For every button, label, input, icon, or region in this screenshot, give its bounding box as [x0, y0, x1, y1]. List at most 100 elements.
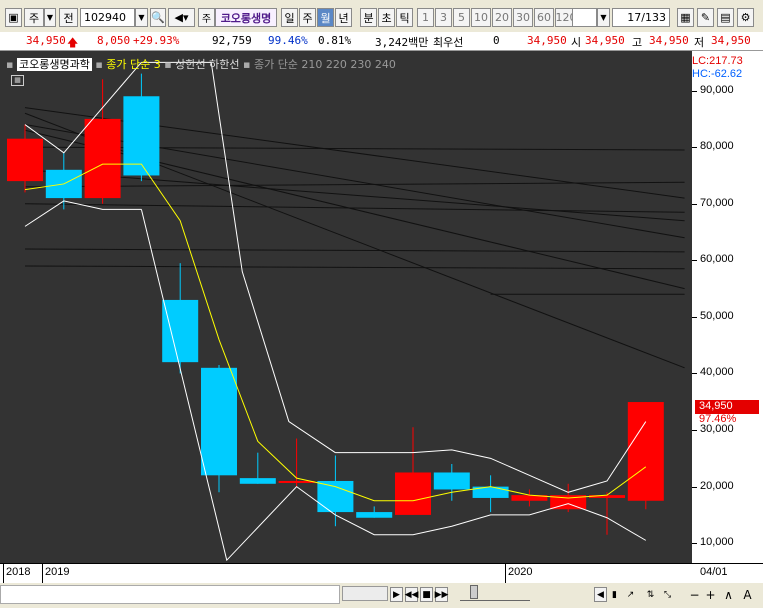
price-2: 34,950 [527, 34, 567, 47]
code-input[interactable]: 102940 [80, 8, 135, 27]
page-counter[interactable]: 17/133 [612, 8, 670, 27]
scroll-thumb[interactable] [342, 586, 388, 601]
open-value: 34,950 [585, 34, 625, 47]
open-label: 시 [571, 36, 582, 49]
candle-body [317, 480, 354, 513]
long-ma-line [24, 248, 685, 253]
tab-period-2[interactable]: 월 [317, 8, 334, 27]
candle-body [84, 118, 121, 199]
move-icon[interactable]: ⤡ [661, 587, 674, 602]
y-tick-label: 20,000 [700, 479, 734, 492]
legend-marker-icon-3: ▪ [164, 58, 172, 71]
volume: 92,759 [212, 34, 252, 47]
tab-interval-1[interactable]: 초 [378, 8, 395, 27]
prefix-button[interactable]: 주 [198, 8, 215, 27]
table-icon[interactable]: ▦ [11, 75, 24, 86]
lower-band-line [140, 209, 336, 562]
blank-dropdown-icon[interactable]: ▼ [597, 8, 610, 27]
candle-body [433, 472, 470, 490]
period-dropdown-icon[interactable]: ▼ [44, 8, 56, 27]
tab-period-1[interactable]: 주 [299, 8, 316, 27]
long-ma-line [24, 203, 685, 213]
price-tag-pct: 97.46% [699, 413, 737, 425]
y-axis: LC:217.73 HC:-62.62 90,000 80,000 70,000 60… [692, 51, 763, 563]
volume-pct: 99.46% [268, 34, 308, 47]
candle-body [356, 512, 393, 518]
stop-icon[interactable]: ■ [420, 587, 433, 602]
tab-period-0[interactable]: 일 [281, 8, 298, 27]
change-value: 8,050 [97, 34, 131, 47]
current-price: 34,950 [26, 34, 66, 47]
price-chart[interactable]: ▪ 코오롱생명과학 ▪ 종가 단순 3 ▪ 상한선 하한선 ▪ 종가 단순 21… [0, 51, 692, 563]
scroll-track[interactable] [0, 585, 340, 604]
candle-body [239, 478, 276, 484]
scroll-right-icon[interactable]: ▶ [390, 587, 403, 602]
blank-input[interactable] [572, 8, 597, 27]
scroll-left-icon[interactable]: ◀ [594, 587, 607, 602]
chart-canvas[interactable] [0, 51, 692, 563]
plot-icon[interactable]: ↗ [624, 587, 637, 602]
y-tick [692, 430, 697, 432]
number-button-5[interactable]: 5 [453, 8, 470, 27]
legend-lower[interactable]: 하한선 [209, 58, 239, 71]
turnover: 0.81% [318, 34, 352, 47]
rewind-icon[interactable]: ◀◀ [405, 587, 418, 602]
scroll-toolbar: ▶ ◀◀ ■ ▶▶ ◀ ▮ ↗ ⇅ ⤡ − + ∧ A [0, 583, 763, 608]
legend-marker-icon-4: ▪ [242, 58, 251, 71]
chart-menu-icon[interactable]: ▣ [5, 8, 22, 27]
number-button-30[interactable]: 30 [513, 8, 533, 27]
save-icon[interactable]: ▤ [717, 8, 734, 27]
legend-marker-icon-2: ▪ [95, 58, 103, 71]
period-select[interactable]: 주 [24, 8, 44, 27]
candle-body [162, 299, 199, 363]
number-button-20[interactable]: 20 [492, 8, 512, 27]
x-label-1: 2019 [45, 566, 70, 578]
y-tick [692, 203, 697, 205]
toggle-icon[interactable]: ⇅ [644, 587, 657, 602]
grid-icon[interactable]: ▦ [677, 8, 694, 27]
text-icon[interactable]: A [741, 587, 754, 602]
lc-label: LC:217.73 [692, 55, 743, 67]
tab-interval-2[interactable]: 틱 [396, 8, 413, 27]
amount: 3,242백만 [375, 36, 429, 49]
low-value: 34,950 [711, 34, 751, 47]
x-tick [505, 564, 506, 584]
legend-ma3[interactable]: 종가 단순 3 [106, 58, 160, 71]
speaker-icon[interactable]: ◀▾ [168, 8, 195, 27]
search-icon[interactable]: 🔍 [150, 8, 166, 27]
candle-body [7, 138, 43, 182]
x-label-end: 04/01 [700, 566, 728, 578]
fast-forward-icon[interactable]: ▶▶ [435, 587, 448, 602]
number-button-60[interactable]: 60 [534, 8, 554, 27]
tab-period-3[interactable]: 년 [335, 8, 352, 27]
draw-icon[interactable]: ✎ [697, 8, 714, 27]
y-tick [692, 260, 697, 262]
zoom-slider-handle[interactable] [470, 585, 478, 599]
candle-body [123, 96, 160, 176]
x-tick [3, 564, 4, 584]
legend-upper[interactable]: 상한선 [175, 58, 205, 71]
number-button-10[interactable]: 10 [471, 8, 491, 27]
y-tick [692, 147, 697, 149]
upper-band-line [141, 61, 336, 454]
line-drawing-icon[interactable]: ∧ [722, 587, 735, 602]
high-label: 고 [632, 36, 643, 49]
y-tick-label: 70,000 [700, 196, 734, 209]
candle-body [201, 367, 237, 476]
stock-name[interactable]: 코오롱생명 [215, 8, 277, 27]
priority-value: 0 [493, 34, 500, 47]
legend-long-ma[interactable]: 종가 단순 210 220 230 240 [254, 58, 396, 71]
zoom-out-icon[interactable]: − [688, 587, 701, 602]
y-tick-label: 60,000 [700, 253, 734, 266]
number-button-1[interactable]: 1 [417, 8, 434, 27]
tab-interval-0[interactable]: 분 [360, 8, 377, 27]
code-dropdown-icon[interactable]: ▼ [135, 8, 148, 27]
y-tick-label: 10,000 [700, 536, 734, 549]
number-button-3[interactable]: 3 [435, 8, 452, 27]
high-value: 34,950 [649, 34, 689, 47]
zoom-in-icon[interactable]: + [704, 587, 717, 602]
change-pct: +29.93% [133, 34, 180, 47]
prev-button[interactable]: 전 [59, 8, 78, 27]
gear-icon[interactable]: ⚙ [737, 8, 754, 27]
legend-stock-name[interactable]: 코오롱생명과학 [16, 58, 92, 71]
